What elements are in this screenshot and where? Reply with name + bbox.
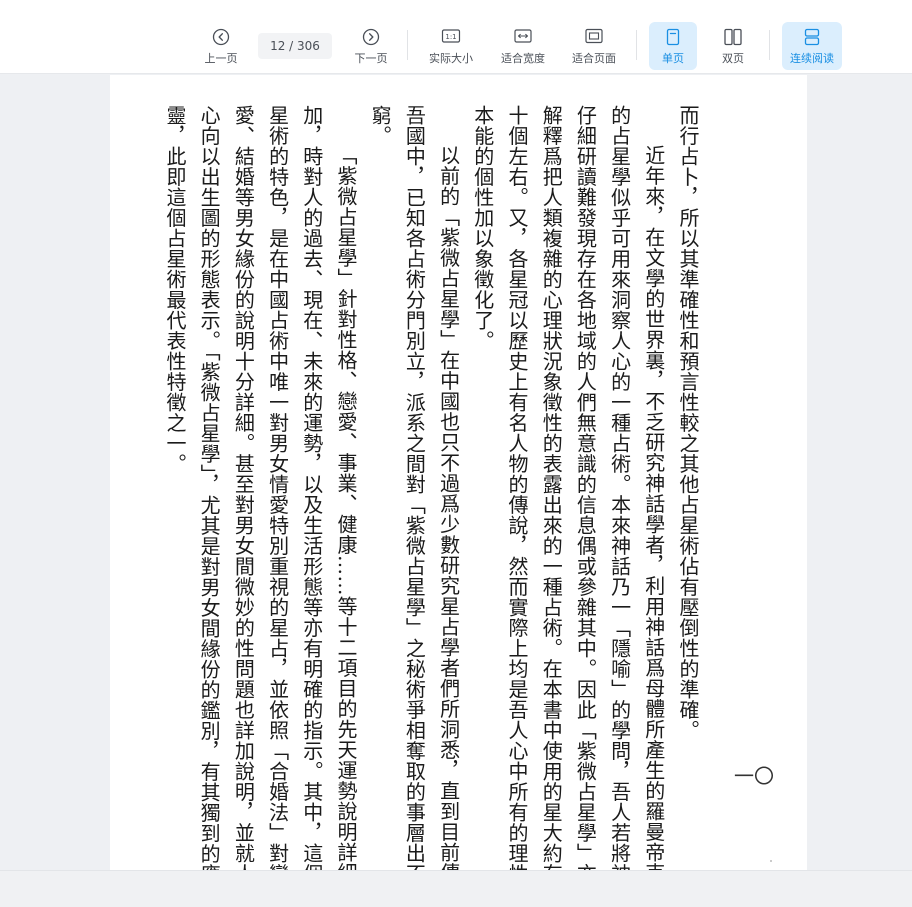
paragraph: 以前的「紫微占星學」在中國也只不過爲少數研究星占學者們所洞悉，直到目前傳至吾國中… [368,105,461,870]
next-page-label: 下一页 [354,52,388,65]
actual-size-button[interactable]: 1:1 实际大小 [424,20,478,72]
total-pages: 306 [297,39,320,53]
reader-toolbar: 上一页 12 / 306 下一页 1:1 实际大小 适合宽度 适合页面 单页 双… [0,0,912,74]
page-indicator[interactable]: 12 / 306 [258,33,332,59]
current-page-input[interactable]: 12 [270,39,285,53]
double-page-button[interactable]: 双页 [711,20,755,72]
prev-page-button[interactable]: 上一页 [200,20,242,72]
continuous-reading-icon [782,28,842,48]
actual-size-label: 实际大小 [429,52,473,65]
toolbar-divider [636,30,637,60]
fit-page-icon [567,28,621,48]
actual-size-icon: 1:1 [424,28,478,48]
toolbar-divider [407,30,408,60]
paragraph: 「紫微占星學」針對性格、戀愛、事業、健康……等十二項目的先天運勢說明詳細有加，時… [162,105,358,870]
paragraph: 而行占卜，所以其準確性和預言性較之其他占星術佔有壓倒性的準確。 [676,105,700,741]
page-separator: / [285,39,298,53]
fit-width-icon [496,28,550,48]
chevron-right-circle-icon [350,28,392,48]
single-page-icon [649,28,697,48]
single-page-button[interactable]: 单页 [649,22,697,70]
single-page-label: 单页 [662,52,684,65]
scan-speck [770,860,772,862]
double-page-icon [711,28,755,48]
next-page-button[interactable]: 下一页 [350,20,392,72]
document-page: 而行占卜，所以其準確性和預言性較之其他占星術佔有壓倒性的準確。 近年來，在文學的… [110,75,807,870]
page-number: 一〇 [734,764,774,788]
fit-page-label: 适合页面 [572,52,616,65]
chevron-left-circle-icon [200,28,242,48]
toolbar-divider [769,30,770,60]
fit-page-button[interactable]: 适合页面 [567,20,621,72]
fit-width-label: 适合宽度 [501,52,545,65]
continuous-reading-button[interactable]: 连续阅读 [782,22,842,70]
prev-page-label: 上一页 [204,52,238,65]
actual-size-icon-text: 1:1 [445,33,456,41]
continuous-reading-label: 连续阅读 [790,52,834,65]
page-body-text: 而行占卜，所以其準確性和預言性較之其他占星術佔有壓倒性的準確。 近年來，在文學的… [158,105,705,870]
paragraph: 近年來，在文學的世界裏，不乏研究神話學者，利用神話爲母體所產生的羅曼帝克式的占星… [470,105,666,870]
bottom-status-bar [0,870,912,907]
fit-width-button[interactable]: 适合宽度 [496,20,550,72]
double-page-label: 双页 [722,52,744,65]
